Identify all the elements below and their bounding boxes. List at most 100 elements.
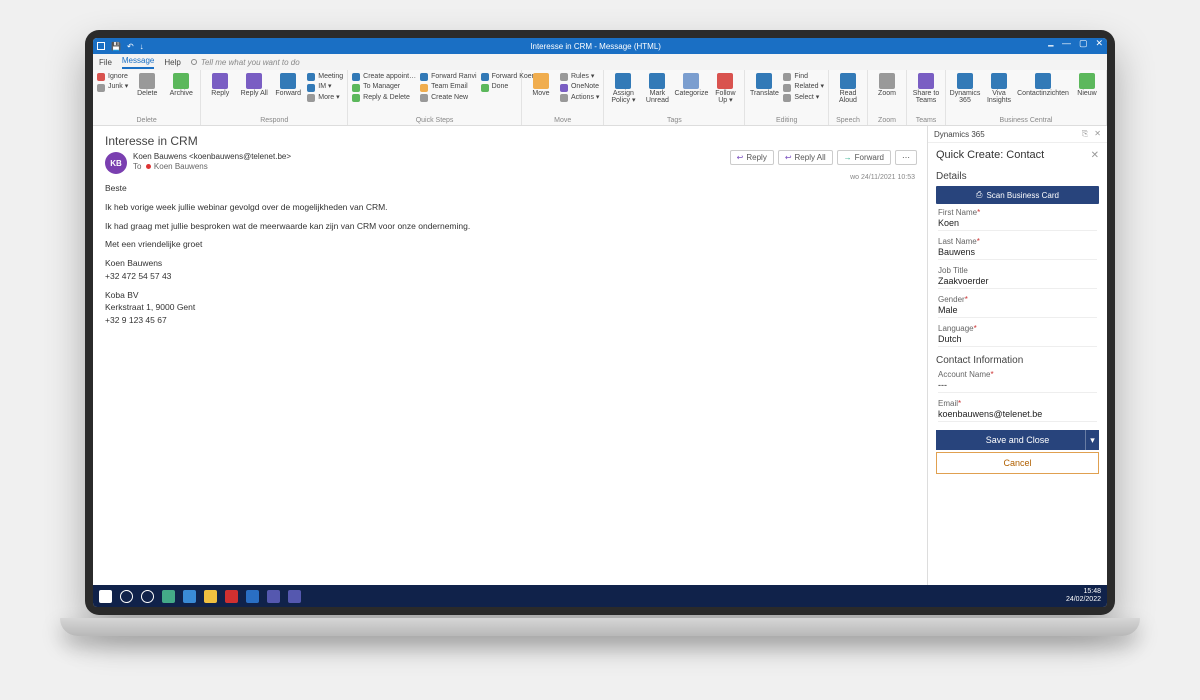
ribbon-group-teams: Share to Teams Teams: [907, 70, 946, 125]
action-more[interactable]: ⋯: [895, 150, 917, 165]
email-label: Email: [938, 399, 958, 408]
onenote-button[interactable]: OneNote: [560, 83, 599, 91]
d365-pane-title: Dynamics 365: [934, 130, 985, 139]
contactinzichten-button[interactable]: Contactinzichten: [1018, 73, 1068, 97]
select-button[interactable]: Select ▾: [783, 94, 824, 102]
email-field[interactable]: koenbauwens@telenet.be: [938, 408, 1097, 422]
translate-button[interactable]: Translate: [749, 73, 779, 97]
share-teams-button[interactable]: Share to Teams: [911, 73, 941, 104]
window-minimize-button[interactable]: —: [1062, 38, 1071, 54]
tab-file[interactable]: File: [99, 58, 112, 67]
tab-message[interactable]: Message: [122, 56, 154, 69]
im-button[interactable]: IM ▾: [307, 83, 343, 91]
reply-button[interactable]: Reply: [205, 73, 235, 97]
job-title-field[interactable]: Zaakvoerder: [938, 275, 1097, 289]
im-icon: [307, 84, 315, 92]
nieuw-button[interactable]: Nieuw: [1072, 73, 1102, 97]
ribbon-group-respond: Reply Reply All Forward Meeting IM ▾ Mor…: [201, 70, 348, 125]
explorer-icon[interactable]: [204, 590, 217, 603]
qs-reply-delete[interactable]: Reply & Delete: [352, 94, 416, 102]
scan-icon: ⎙: [976, 190, 982, 200]
find-button[interactable]: Find: [783, 73, 824, 81]
more-button[interactable]: More ▾: [307, 94, 343, 102]
group-label-respond: Respond: [205, 117, 343, 124]
ribbon-group-delete: Ignore Junk ▾ Delete Archive Delete: [93, 70, 201, 125]
pane-popout-icon[interactable]: ⎘: [1082, 129, 1088, 139]
search-icon[interactable]: [120, 590, 133, 603]
viva-insights-button[interactable]: Viva Insights: [984, 73, 1014, 104]
follow-up-button[interactable]: Follow Up ▾: [710, 73, 740, 104]
edge-icon[interactable]: [183, 590, 196, 603]
language-field[interactable]: Dutch: [938, 333, 1097, 347]
ribbon-group-editing: Translate Find Related ▾ Select ▾ Editin…: [745, 70, 829, 125]
archive-button[interactable]: Archive: [166, 73, 196, 97]
section-details: Details: [928, 167, 1107, 184]
tab-help[interactable]: Help: [164, 58, 180, 67]
junk-button[interactable]: Junk ▾: [97, 83, 128, 91]
junk-icon: [97, 84, 105, 92]
mark-unread-button[interactable]: Mark Unread: [642, 73, 672, 104]
qs-team-email[interactable]: Team Email: [420, 83, 477, 91]
action-reply[interactable]: ↩Reply: [730, 150, 774, 165]
quick-create-close-icon[interactable]: ✕: [1091, 150, 1099, 161]
move-button[interactable]: Move: [526, 73, 556, 97]
qs-create-new[interactable]: Create New: [420, 94, 477, 102]
first-name-field[interactable]: Koen: [938, 217, 1097, 231]
d365-icon: [957, 73, 973, 89]
reply-all-button[interactable]: Reply All: [239, 73, 269, 97]
group-label-quicksteps: Quick Steps: [352, 117, 517, 124]
replyall-arrow-icon: ↩: [785, 153, 792, 162]
message-body: Beste Ik heb vorige week jullie webinar …: [105, 182, 915, 327]
qs-create-appoint[interactable]: Create appoint…: [352, 73, 416, 81]
last-name-field[interactable]: Bauwens: [938, 246, 1097, 260]
system-clock[interactable]: 15:48 24/02/2022: [1066, 588, 1101, 603]
cancel-button[interactable]: Cancel: [936, 452, 1099, 474]
d365-pane-titlebar: Dynamics 365 ⎘ ✕: [928, 126, 1107, 143]
actions-button[interactable]: Actions ▾: [560, 94, 599, 102]
pane-close-icon[interactable]: ✕: [1094, 129, 1101, 139]
action-forward[interactable]: →Forward: [837, 150, 891, 165]
delete-button[interactable]: Delete: [132, 73, 162, 97]
taskview-icon[interactable]: [162, 590, 175, 603]
app-icon-2[interactable]: [288, 590, 301, 603]
reply-all-icon: [246, 73, 262, 89]
save-dropdown-icon[interactable]: ▾: [1085, 430, 1099, 450]
laptop-frame: 💾 ↶ ↓ Interesse in CRM - Message (HTML) …: [85, 30, 1115, 615]
categorize-button[interactable]: Categorize: [676, 73, 706, 97]
start-button[interactable]: [99, 590, 112, 603]
language-label: Language: [938, 324, 974, 333]
message-subject: Interesse in CRM: [105, 134, 915, 148]
forward-button[interactable]: Forward: [273, 73, 303, 97]
ignore-button[interactable]: Ignore: [97, 73, 128, 81]
window-titlebar: 💾 ↶ ↓ Interesse in CRM - Message (HTML) …: [93, 38, 1107, 54]
presence-dot-icon: [146, 164, 151, 169]
qs-to-manager[interactable]: To Manager: [352, 83, 416, 91]
qat-save-icon[interactable]: 💾: [111, 42, 121, 51]
qat-undo-icon[interactable]: ↶: [127, 42, 134, 51]
ribbon: Ignore Junk ▾ Delete Archive Delete Repl…: [93, 70, 1107, 126]
group-label-editing: Editing: [749, 117, 824, 124]
cortana-icon[interactable]: [141, 590, 154, 603]
meeting-button[interactable]: Meeting: [307, 73, 343, 81]
window-minimize-icon[interactable]: 🗕: [1048, 38, 1054, 54]
qs-forward-ranvi[interactable]: Forward Ranvi: [420, 73, 477, 81]
save-and-close-button[interactable]: Save and Close ▾: [936, 430, 1099, 450]
app-icon: [97, 42, 105, 50]
related-button[interactable]: Related ▾: [783, 83, 824, 91]
account-name-field[interactable]: ---: [938, 379, 1097, 393]
tell-me-search[interactable]: Tell me what you want to do: [191, 58, 300, 67]
window-close-button[interactable]: ✕: [1095, 38, 1103, 54]
rules-button[interactable]: Rules ▾: [560, 73, 599, 81]
window-maximize-button[interactable]: ▢: [1079, 38, 1088, 54]
scan-business-card-button[interactable]: ⎙Scan Business Card: [936, 186, 1099, 204]
assign-policy-button[interactable]: Assign Policy ▾: [608, 73, 638, 104]
gender-field[interactable]: Male: [938, 304, 1097, 318]
action-reply-all[interactable]: ↩Reply All: [778, 150, 833, 165]
app-icon-1[interactable]: [225, 590, 238, 603]
outlook-taskbar-icon[interactable]: [246, 590, 259, 603]
zoom-button[interactable]: Zoom: [872, 73, 902, 97]
teams-taskbar-icon[interactable]: [267, 590, 280, 603]
dynamics365-button[interactable]: Dynamics 365: [950, 73, 980, 104]
bulb-icon: [191, 59, 197, 65]
read-aloud-button[interactable]: Read Aloud: [833, 73, 863, 104]
